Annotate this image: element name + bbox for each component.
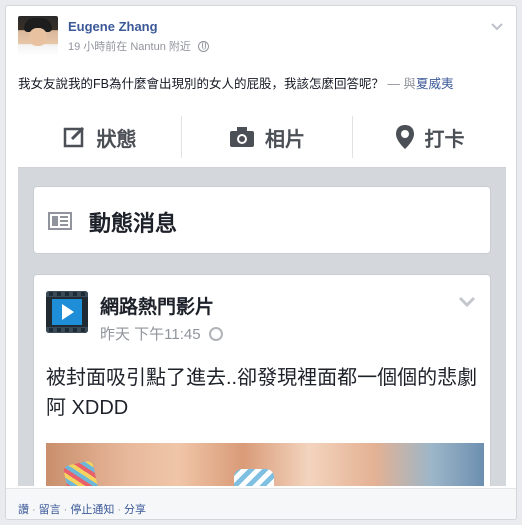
- post-actions: 讚 · 留言 · 停止通知 · 分享: [18, 501, 146, 517]
- share-link[interactable]: 分享: [124, 504, 146, 516]
- post-body: 我女友說我的FB為什麼會出現別的女人的屁股，我該怎麼回答呢？: [18, 77, 384, 91]
- thumbnail-detail: [234, 469, 274, 486]
- news-feed-header: 動態消息: [33, 186, 491, 254]
- globe-icon: [208, 327, 223, 341]
- comment-link[interactable]: 留言: [39, 504, 61, 516]
- post-actions-bar: 讚 · 留言 · 停止通知 · 分享: [6, 488, 516, 519]
- video-post-time-label: 昨天 下午11:45: [100, 326, 201, 343]
- news-feed-title: 動態消息: [89, 211, 178, 236]
- checkin-button: 打卡: [353, 106, 506, 168]
- separator: ·: [63, 504, 68, 516]
- video-post-time: 昨天 下午11:45: [100, 323, 223, 344]
- stop-notifications-link[interactable]: 停止通知: [70, 504, 114, 516]
- tagged-place[interactable]: 夏威夷: [416, 77, 454, 91]
- chevron-down-icon[interactable]: [490, 20, 504, 34]
- post-card: Eugene Zhang 19 小時前在 Nantun 附近 我女友說我的FB為…: [5, 5, 517, 520]
- camera-icon: [229, 126, 255, 148]
- shared-video-post: 網路熱門影片 昨天 下午11:45 被封面吸引點了進去..卻發現裡面都一個個的悲…: [33, 274, 491, 486]
- status-label: 狀態: [96, 128, 137, 151]
- globe-icon[interactable]: [197, 41, 209, 52]
- photo-button: 相片: [182, 106, 352, 168]
- edit-icon: [63, 125, 87, 149]
- video-thumbnail: [46, 443, 484, 486]
- thumbnail-detail: [62, 460, 100, 486]
- post-text: 我女友說我的FB為什麼會出現別的女人的屁股，我該怎麼回答呢？ — 與夏威夷: [18, 76, 508, 92]
- status-button: 狀態: [18, 106, 181, 168]
- chevron-down-icon: [458, 295, 476, 313]
- post-with: — 與: [383, 77, 416, 91]
- checkin-label: 打卡: [424, 128, 465, 151]
- post-time[interactable]: 19 小時前在: [68, 41, 127, 53]
- avatar[interactable]: [18, 16, 58, 56]
- post-location-suffix: 附近: [168, 41, 191, 53]
- composer-bar: 狀態 相片 打卡: [18, 106, 506, 168]
- avatar-face: [29, 28, 47, 46]
- video-page-icon: [46, 291, 88, 333]
- photo-label: 相片: [265, 128, 305, 151]
- post-header: Eugene Zhang 19 小時前在 Nantun 附近: [18, 16, 506, 62]
- shared-screenshot[interactable]: 狀態 相片 打卡 動態消息 網路熱門影片 昨天 下午11:45 被封面吸引點了進…: [18, 106, 506, 486]
- video-post-text: 被封面吸引點了進去..卻發現裡面都一個個的悲劇阿 XDDD: [46, 367, 478, 419]
- news-feed-icon: [48, 211, 72, 236]
- separator: ·: [32, 504, 36, 516]
- author-name[interactable]: Eugene Zhang: [68, 19, 158, 34]
- post-meta: 19 小時前在 Nantun 附近: [68, 38, 209, 54]
- location-pin-icon: [395, 124, 415, 150]
- video-page-name: 網路熱門影片: [100, 297, 215, 318]
- separator: ·: [117, 504, 122, 516]
- like-link[interactable]: 讚: [18, 504, 29, 516]
- post-location[interactable]: Nantun: [130, 41, 165, 53]
